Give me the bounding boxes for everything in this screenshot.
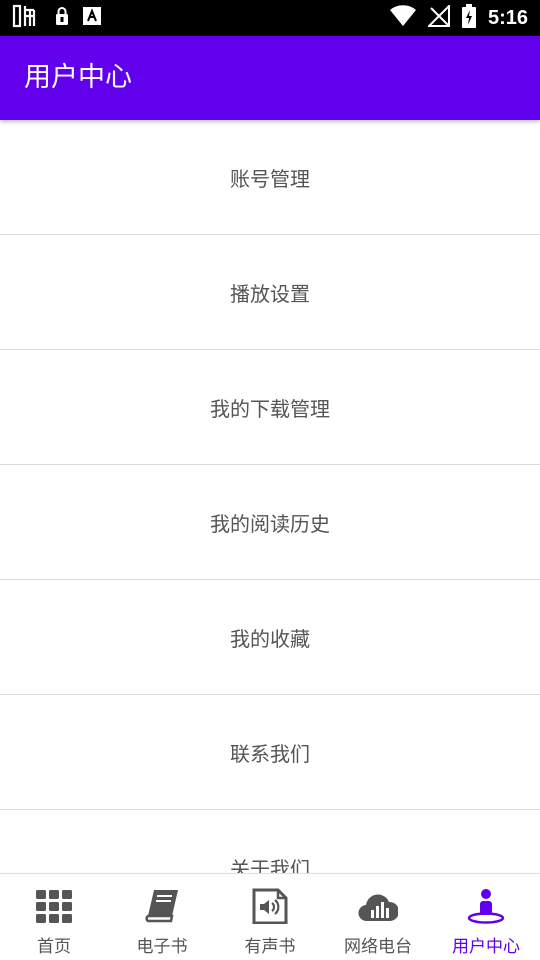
carrier-logo-icon [12,3,42,33]
battery-charging-icon [461,4,476,32]
menu-item-label: 联系我们 [230,741,310,766]
tab-user-center[interactable]: 用户中心 [432,874,540,960]
wifi-icon [389,5,416,31]
menu-item-label: 账号管理 [230,166,310,191]
tab-label: 网络电台 [344,937,412,957]
book-icon [142,888,182,928]
menu-item-account-management[interactable]: 账号管理 [0,120,540,235]
keyboard-a-icon [82,6,102,30]
settings-menu-list: 账号管理 播放设置 我的下载管理 我的阅读历史 我的收藏 联系我们 关于我们 [0,120,540,874]
cloud-radio-icon [358,888,400,928]
menu-item-playback-settings[interactable]: 播放设置 [0,235,540,350]
status-time: 5:16 [487,6,528,29]
menu-item-label: 我的下载管理 [210,396,330,421]
status-bar: 5:16 [0,0,540,36]
grid-icon [34,888,74,928]
lock-icon [54,6,70,30]
tab-ebook[interactable]: 电子书 [108,874,216,960]
no-signal-icon [426,3,450,31]
user-icon [466,888,506,928]
tab-label: 电子书 [136,937,188,957]
menu-item-contact-us[interactable]: 联系我们 [0,695,540,810]
tab-home[interactable]: 首页 [0,874,108,960]
audio-book-icon [250,888,290,928]
menu-item-label: 我的收藏 [230,626,310,651]
tab-label: 有声书 [244,937,296,957]
menu-item-favorites[interactable]: 我的收藏 [0,580,540,695]
menu-item-label: 我的阅读历史 [210,511,330,536]
menu-item-label: 关于我们 [230,856,310,875]
bottom-tab-bar: 首页 电子书 有声书 网络电台 用户中心 [0,873,540,960]
menu-item-download-management[interactable]: 我的下载管理 [0,350,540,465]
menu-item-about-us[interactable]: 关于我们 [0,810,540,875]
tab-label: 首页 [37,937,71,957]
page-title: 用户中心 [24,62,132,93]
tab-audiobook[interactable]: 有声书 [216,874,324,960]
status-left-icons [12,4,102,32]
menu-item-label: 播放设置 [230,281,310,306]
tab-web-radio[interactable]: 网络电台 [324,874,432,960]
tab-label: 用户中心 [452,937,520,957]
status-right-icons: 5:16 [389,3,528,32]
app-bar: 用户中心 [0,36,540,120]
menu-item-reading-history[interactable]: 我的阅读历史 [0,465,540,580]
